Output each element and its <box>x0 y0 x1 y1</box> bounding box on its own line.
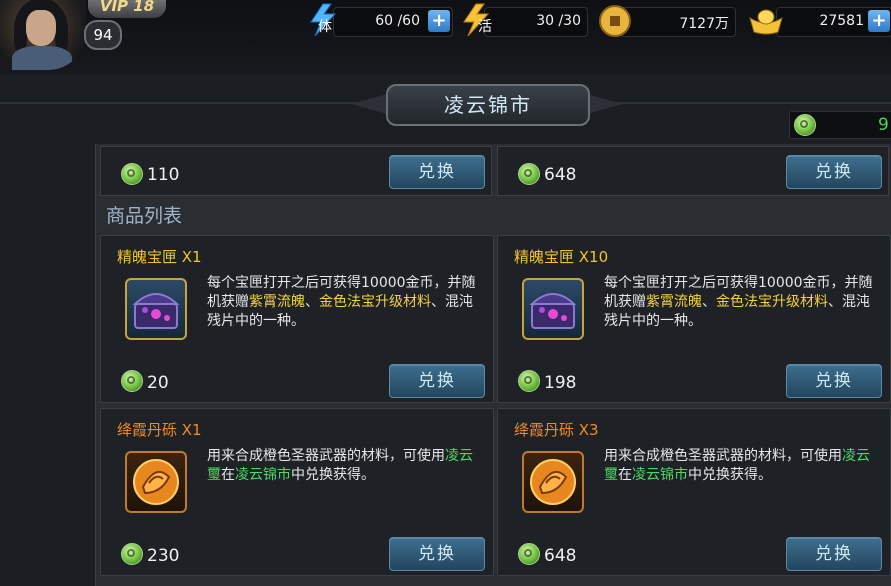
vitality-label: 活 <box>478 19 492 35</box>
gold-ingot-icon <box>749 9 783 35</box>
item-price: 198 <box>544 373 577 393</box>
avatar-face <box>26 10 56 46</box>
list-item: 648 兑换 <box>497 146 889 196</box>
jade-token-icon <box>121 543 143 565</box>
desc-text: 用来合成橙色圣器武器的材料，可使用 <box>207 448 445 464</box>
desc-text: 用来合成橙色圣器武器的材料，可使用 <box>604 448 842 464</box>
exchange-button[interactable]: 兑换 <box>786 364 882 398</box>
vip-badge: VIP 18 <box>88 0 166 18</box>
item-description: 用来合成橙色圣器武器的材料，可使用凌云璽在凌云锦市中兑换获得。 <box>604 447 874 485</box>
treasure-chest-icon[interactable] <box>125 278 187 340</box>
exchange-button[interactable]: 兑换 <box>786 155 882 189</box>
add-gold-ingot-button[interactable]: + <box>868 10 890 32</box>
item-price: 110 <box>147 165 180 185</box>
item-description: 每个宝匣打开之后可获得10000金币，并随机获赠紫霄流魄、金色法宝升级材料、混沌… <box>207 274 477 331</box>
desc-text: 中兑换获得。 <box>688 467 772 483</box>
desc-highlight: 紫霄流魄 <box>646 294 702 310</box>
player-avatar[interactable] <box>0 0 86 70</box>
desc-highlight: 凌云锦市 <box>632 467 688 483</box>
stamina-resource: 60 /60 + <box>333 7 453 37</box>
item-description: 每个宝匣打开之后可获得10000金币，并随机获赠紫霄流魄、金色法宝升级材料、混沌… <box>604 274 874 331</box>
item-price: 20 <box>147 373 169 393</box>
item-name: 绛霞丹砾 X3 <box>514 421 599 439</box>
coin-resource: 7127万 <box>620 7 736 37</box>
desc-text: 、 <box>702 294 716 310</box>
item-price: 648 <box>544 165 577 185</box>
coin-icon <box>599 5 631 37</box>
desc-highlight: 紫霄流魄 <box>249 294 305 310</box>
stamina-label: 体 <box>318 19 332 35</box>
stamina-value: 60 /60 <box>375 13 420 29</box>
top-status-bar: VIP 18 94 60 /60 + 体 30 /30 活 7127万 2758… <box>0 0 891 74</box>
exchange-button[interactable]: 兑换 <box>389 364 485 398</box>
shop-currency-value: 9 <box>878 115 889 135</box>
treasure-chest-icon[interactable] <box>522 278 584 340</box>
vitality-value: 30 /30 <box>536 13 581 29</box>
desc-text: 在 <box>221 467 235 483</box>
jade-token-icon <box>794 114 816 136</box>
avatar-robe <box>12 46 72 70</box>
desc-text: 中兑换获得。 <box>291 467 375 483</box>
shop-item-card: 绛霞丹砾 X1 用来合成橙色圣器武器的材料，可使用凌云璽在凌云锦市中兑换获得。 … <box>100 408 494 576</box>
section-title: 商品列表 <box>106 205 183 227</box>
add-stamina-button[interactable]: + <box>428 10 450 32</box>
desc-highlight: 金色法宝升级材料 <box>319 294 431 310</box>
shop-item-card: 精魄宝匣 X10 每个宝匣打开之后可获得10000金币，并随机获赠紫霄流魄、金色… <box>497 235 891 403</box>
jade-token-icon <box>121 163 143 185</box>
vitality-resource: 30 /30 <box>484 7 588 37</box>
item-price: 648 <box>544 546 577 566</box>
desc-text: 在 <box>618 467 632 483</box>
jade-token-icon <box>518 543 540 565</box>
shop-currency-display: 9 <box>789 111 891 139</box>
gold-ingot-value: 27581 <box>819 13 864 29</box>
list-item: 110 兑换 <box>100 146 492 196</box>
exchange-button[interactable]: 兑换 <box>786 537 882 571</box>
shop-title: 凌云锦市 <box>386 84 590 126</box>
jade-token-icon <box>518 370 540 392</box>
coin-value: 7127万 <box>679 16 729 32</box>
item-name: 精魄宝匣 X1 <box>117 248 202 266</box>
exchange-button[interactable]: 兑换 <box>389 155 485 189</box>
desc-highlight: 金色法宝升级材料 <box>716 294 828 310</box>
exchange-button[interactable]: 兑换 <box>389 537 485 571</box>
orange-gem-icon[interactable] <box>125 451 187 513</box>
player-level-badge: 94 <box>84 20 122 50</box>
shop-item-card: 绛霞丹砾 X3 用来合成橙色圣器武器的材料，可使用凌云璽在凌云锦市中兑换获得。 … <box>497 408 891 576</box>
item-description: 用来合成橙色圣器武器的材料，可使用凌云璽在凌云锦市中兑换获得。 <box>207 447 477 485</box>
item-name: 绛霞丹砾 X1 <box>117 421 202 439</box>
desc-text: 、 <box>305 294 319 310</box>
shop-item-card: 精魄宝匣 X1 每个宝匣打开之后可获得10000金币，并随机获赠紫霄流魄、金色法… <box>100 235 494 403</box>
item-name: 精魄宝匣 X10 <box>514 248 609 266</box>
gold-ingot-resource: 27581 + <box>776 7 891 37</box>
desc-highlight: 凌云锦市 <box>235 467 291 483</box>
item-price: 230 <box>147 546 180 566</box>
jade-token-icon <box>518 163 540 185</box>
jade-token-icon <box>121 370 143 392</box>
orange-gem-icon[interactable] <box>522 451 584 513</box>
